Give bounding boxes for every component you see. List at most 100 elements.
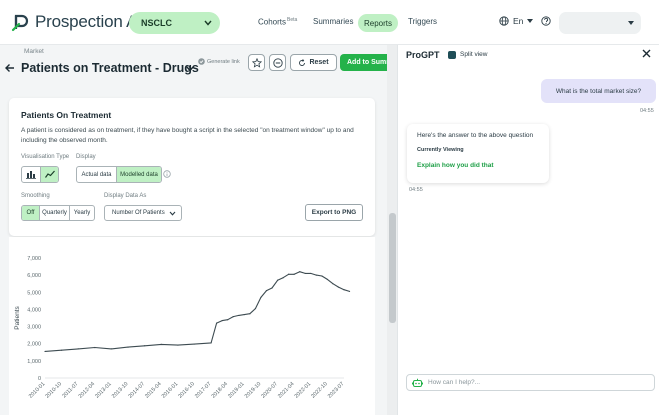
y-tick-label: 4,000 (27, 307, 41, 313)
x-tick-label: 2010-10 (45, 381, 64, 400)
close-icon[interactable] (642, 49, 651, 58)
star-button[interactable] (248, 54, 265, 71)
visualisation-type-label: Visualisation Type (21, 154, 70, 160)
x-tick-label: 2013-10 (111, 381, 130, 400)
chat-input-placeholder: How can I help?... (428, 379, 481, 386)
beta-badge: Beta (287, 17, 298, 23)
remove-button[interactable] (269, 54, 286, 71)
bar-chart-type-button[interactable] (22, 167, 40, 182)
nav-triggers[interactable]: Triggers (408, 17, 437, 26)
assistant-message-time: 04:55 (409, 187, 423, 193)
user-menu-dropdown[interactable] (559, 12, 641, 34)
y-tick-label: 5,000 (27, 290, 41, 296)
x-tick-label: 2019-01 (227, 381, 246, 400)
visualisation-type-toggle (21, 166, 59, 183)
display-toggle: Actual data Modelled data (76, 166, 162, 183)
x-tick-label: 2016-10 (177, 381, 196, 400)
back-arrow-icon[interactable] (4, 62, 16, 74)
scrollbar-thumb[interactable] (389, 213, 396, 323)
chevron-down-icon (204, 20, 212, 26)
help-icon[interactable] (541, 16, 552, 26)
smoothing-yearly-option[interactable]: Yearly (69, 206, 94, 220)
data-point (221, 319, 223, 322)
language-label: En (513, 16, 524, 26)
modelled-data-option[interactable]: Modelled data (116, 167, 161, 182)
logo-icon (10, 12, 30, 32)
minus-circle-icon (272, 57, 283, 68)
user-message-time: 04:55 (640, 108, 654, 114)
robot-icon (412, 378, 423, 388)
link-check-icon (198, 58, 205, 65)
data-point (321, 275, 323, 277)
data-point (127, 346, 129, 348)
y-tick-label: 7,000 (27, 256, 41, 262)
add-to-summary-button[interactable]: Add to Summ (340, 54, 392, 71)
x-tick-label: 2018-04 (211, 381, 230, 400)
smoothing-off-option[interactable]: Off (22, 206, 39, 220)
display-data-as-select[interactable]: Number Of Patients (104, 205, 182, 221)
x-tick-label: 2020-07 (260, 381, 279, 400)
data-point (243, 313, 245, 316)
y-tick-label: 1,000 (27, 359, 41, 365)
nav-reports[interactable]: Reports (358, 14, 398, 32)
x-tick-label: 2023-07 (327, 381, 346, 400)
data-point (193, 343, 196, 345)
card-description: A patient is considered as on treatment,… (21, 127, 354, 144)
x-tick-label: 2021-04 (277, 381, 296, 400)
smoothing-toggle: Off Quarterly Yearly (21, 205, 95, 221)
star-icon (251, 57, 262, 68)
y-tick-label: 6,000 (27, 273, 41, 279)
breadcrumb[interactable]: Market (24, 48, 44, 55)
export-png-button[interactable]: Export to PNG (305, 204, 363, 221)
series-line (44, 271, 350, 352)
language-selector[interactable]: En (499, 16, 552, 26)
data-point (77, 348, 79, 350)
data-point (210, 342, 212, 344)
nav-summaries[interactable]: Summaries (313, 17, 353, 26)
reset-button[interactable]: Reset (290, 54, 337, 71)
split-view-checkbox[interactable] (448, 51, 456, 59)
nav-cohorts[interactable]: CohortsBeta (258, 17, 297, 27)
data-point (304, 272, 306, 275)
line-chart-type-button[interactable] (40, 167, 58, 182)
chat-input[interactable]: How can I help?... (406, 374, 655, 391)
line-chart-icon (44, 170, 55, 179)
smoothing-quarterly-option[interactable]: Quarterly (39, 206, 69, 220)
x-tick-label: 2022-01 (294, 381, 313, 400)
data-point (276, 279, 279, 281)
data-point (144, 345, 146, 347)
y-tick-label: 0 (38, 376, 41, 382)
generate-link-button[interactable]: Generate link (198, 58, 240, 65)
y-axis-label: Patients (14, 306, 21, 330)
data-point (348, 290, 351, 293)
x-tick-label: 2017-07 (194, 381, 213, 400)
chevron-down-icon (169, 211, 176, 216)
data-point (337, 286, 340, 288)
data-point (310, 272, 312, 275)
x-tick-label: 2015-04 (144, 381, 163, 400)
split-view-label[interactable]: Split view (460, 51, 487, 58)
data-point (254, 307, 257, 310)
data-point (110, 348, 113, 350)
data-point (343, 289, 345, 291)
x-tick-label: 2010-01 (28, 381, 47, 400)
globe-icon (499, 16, 509, 26)
title-chevron-down-icon[interactable] (186, 66, 194, 72)
display-data-as-label: Display Data As (104, 193, 147, 199)
data-point (216, 322, 218, 324)
data-point (265, 289, 268, 292)
bar-chart-icon (26, 170, 36, 179)
data-point (232, 316, 234, 318)
info-icon[interactable] (163, 170, 171, 178)
data-point (238, 314, 240, 317)
x-tick-label: 2011-07 (61, 381, 79, 399)
data-point (260, 296, 262, 299)
smoothing-label: Smoothing (21, 193, 50, 199)
indication-dropdown[interactable]: NSCLC (129, 12, 220, 34)
x-tick-label: 2012-04 (78, 381, 97, 400)
explain-link[interactable]: Explain how you did that (417, 162, 494, 169)
currently-viewing-label: Currently Viewing (417, 147, 464, 153)
display-label: Display (76, 154, 96, 160)
actual-data-option[interactable]: Actual data (77, 167, 116, 182)
x-tick-label: 2014-07 (128, 381, 147, 400)
